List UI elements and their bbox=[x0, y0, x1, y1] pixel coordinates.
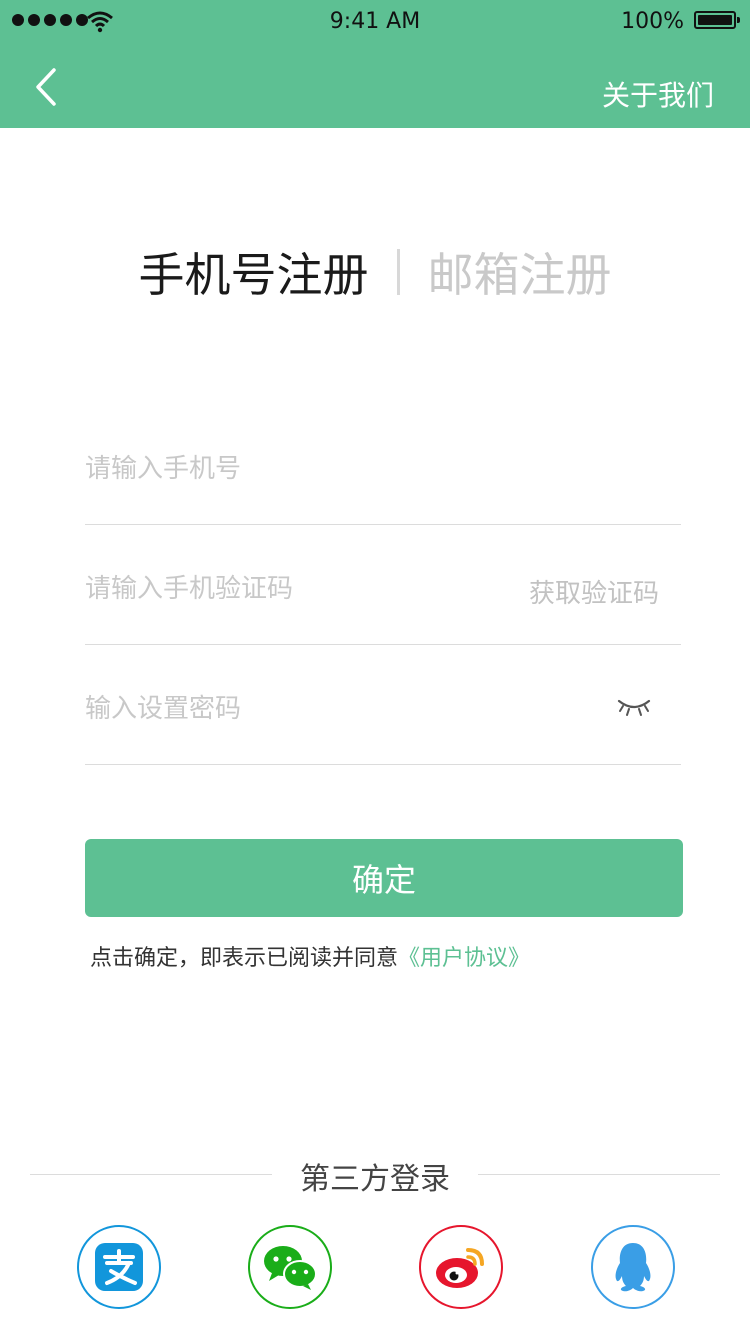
password-input[interactable] bbox=[85, 687, 485, 731]
agreement-text: 点击确定，即表示已阅读并同意《用户协议》 bbox=[90, 940, 530, 972]
third-party-login-header: 第三方登录 bbox=[30, 1150, 720, 1200]
alipay-login-button[interactable] bbox=[77, 1225, 161, 1309]
navigation-bar: 关于我们 bbox=[0, 42, 750, 128]
wechat-icon bbox=[264, 1246, 317, 1290]
verification-code-input[interactable] bbox=[85, 567, 485, 611]
user-agreement-link[interactable]: 《用户协议》 bbox=[398, 946, 530, 971]
battery-icon bbox=[694, 11, 740, 29]
weibo-login-button[interactable] bbox=[419, 1225, 503, 1309]
tab-phone-register[interactable]: 手机号注册 bbox=[139, 239, 369, 305]
divider-right bbox=[478, 1174, 720, 1175]
about-us-link[interactable]: 关于我们 bbox=[602, 74, 714, 114]
eye-closed-icon[interactable] bbox=[617, 697, 651, 719]
third-party-login-label: 第三方登录 bbox=[300, 1162, 450, 1197]
battery-percentage: 100% bbox=[621, 9, 684, 34]
weibo-icon bbox=[436, 1248, 484, 1288]
chevron-left-icon bbox=[36, 68, 56, 106]
back-button[interactable] bbox=[28, 64, 72, 110]
wechat-login-button[interactable] bbox=[248, 1225, 332, 1309]
qq-icon bbox=[615, 1243, 651, 1292]
password-field bbox=[85, 645, 681, 765]
status-bar: 9:41 AM 100% bbox=[0, 0, 750, 42]
phone-input[interactable] bbox=[85, 447, 485, 491]
tab-divider bbox=[396, 249, 400, 295]
register-tabs: 手机号注册 邮箱注册 bbox=[0, 242, 750, 302]
confirm-button[interactable]: 确定 bbox=[85, 839, 683, 917]
qq-login-button[interactable] bbox=[591, 1225, 675, 1309]
alipay-icon bbox=[95, 1243, 143, 1291]
agreement-statement: 点击确定，即表示已阅读并同意 bbox=[90, 946, 399, 971]
get-code-button[interactable]: 获取验证码 bbox=[529, 573, 659, 610]
phone-field bbox=[85, 405, 681, 525]
verification-code-field: 获取验证码 bbox=[85, 525, 681, 645]
tab-email-register[interactable]: 邮箱注册 bbox=[428, 239, 612, 305]
